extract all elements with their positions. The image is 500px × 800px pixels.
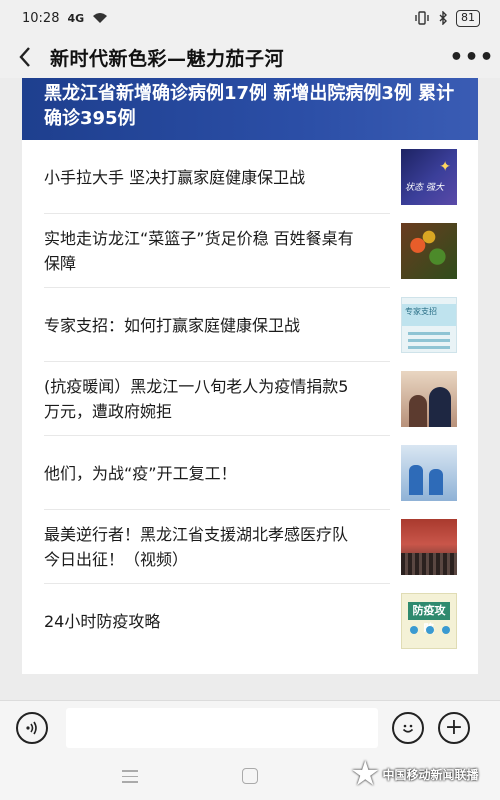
- news-thumbnail: ✦ 状态 强大: [401, 149, 457, 205]
- home-icon[interactable]: [242, 768, 258, 784]
- menu-icon[interactable]: [122, 770, 138, 783]
- star-logo-icon: ★: [350, 754, 381, 794]
- news-item-6[interactable]: 最美逆行者！黑龙江省支援湖北孝感医疗队今日出征！（视频）: [22, 510, 478, 584]
- news-item-4[interactable]: (抗疫暖闻）黑龙江一八旬老人为疫情捐款5万元，遭政府婉拒: [22, 362, 478, 436]
- news-title: 他们，为战“疫”开工复工！: [44, 463, 237, 483]
- page-title: 新时代新色彩—魅力茄子河: [50, 47, 285, 70]
- status-bar: 10:28 4G 81: [0, 0, 500, 36]
- thumbnail-dot: [442, 626, 450, 634]
- thumbnail-line: [408, 346, 450, 349]
- news-item-3[interactable]: 专家支招：如何打赢家庭健康保卫战 专家支招: [22, 288, 478, 362]
- plus-button[interactable]: +: [438, 711, 470, 744]
- thumbnail-text: 状态 强大: [405, 183, 444, 193]
- news-thumbnail: [401, 445, 457, 501]
- input-bar: +: [0, 700, 500, 754]
- message-input[interactable]: [66, 707, 378, 748]
- thumbnail-figure: [429, 469, 443, 495]
- thumbnail-figure: [409, 395, 427, 427]
- news-thumbnail: 防疫攻略: [401, 593, 457, 649]
- news-item-2[interactable]: 实地走访龙江“菜篮子”货足价稳 百姓餐桌有保障: [22, 214, 478, 288]
- more-icon: •••: [449, 44, 495, 70]
- news-item-1[interactable]: 小手拉大手 坚决打赢家庭健康保卫战 ✦ 状态 强大: [22, 140, 478, 214]
- news-title: (抗疫暖闻）黑龙江一八旬老人为疫情捐款5万元，遭政府婉拒: [44, 377, 349, 421]
- thumbnail-banner: 专家支招: [402, 304, 456, 326]
- news-thumbnail: [401, 519, 457, 575]
- news-title: 最美逆行者！黑龙江省支援湖北孝感医疗队今日出征！（视频）: [44, 525, 349, 569]
- back-button[interactable]: [0, 36, 50, 78]
- thumbnail-line: [408, 339, 450, 342]
- article-card: 黑龙江省新增确诊病例17例 新增出院病例3例 累计确诊395例 小手拉大手 坚决…: [22, 78, 478, 674]
- voice-button[interactable]: [16, 711, 48, 744]
- headline-text: 黑龙江省新增确诊病例17例 新增出院病例3例 累计确诊395例: [44, 83, 455, 129]
- thumbnail-dot: [410, 626, 418, 634]
- news-item-5[interactable]: 他们，为战“疫”开工复工！: [22, 436, 478, 510]
- news-item-7[interactable]: 24小时防疫攻略 防疫攻略: [22, 584, 478, 658]
- vibrate-icon: [415, 11, 429, 25]
- watermark: ★ 中国移动新闻联播: [350, 752, 496, 796]
- news-title: 实地走访龙江“菜篮子”货足价稳 百姓餐桌有保障: [44, 229, 354, 273]
- more-button[interactable]: •••: [444, 36, 500, 78]
- news-thumbnail: [401, 371, 457, 427]
- thumbnail-figure: [429, 387, 451, 427]
- bluetooth-icon: [439, 11, 447, 25]
- status-time: 10:28: [22, 10, 60, 26]
- headline-banner[interactable]: 黑龙江省新增确诊病例17例 新增出院病例3例 累计确诊395例: [22, 78, 478, 140]
- signal-icon: 4G: [67, 11, 85, 25]
- news-list: 小手拉大手 坚决打赢家庭健康保卫战 ✦ 状态 强大 实地走访龙江“菜篮子”货足价…: [22, 140, 478, 658]
- thumbnail-line: [408, 332, 450, 335]
- news-thumbnail: [401, 223, 457, 279]
- news-thumbnail: 专家支招: [401, 297, 457, 353]
- news-title: 24小时防疫攻略: [44, 611, 161, 631]
- thumbnail-dot: [426, 626, 434, 634]
- plus-icon: +: [444, 715, 464, 740]
- news-title: 专家支招：如何打赢家庭健康保卫战: [44, 315, 301, 335]
- status-left: 10:28 4G: [22, 11, 108, 26]
- star-icon: ✦: [439, 159, 451, 175]
- emoji-button[interactable]: [392, 711, 424, 744]
- emoji-icon: [402, 724, 414, 733]
- news-title: 小手拉大手 坚决打赢家庭健康保卫战: [44, 167, 306, 187]
- nav-bar: 新时代新色彩—魅力茄子河 •••: [0, 36, 500, 78]
- battery-icon: 81: [456, 9, 480, 27]
- watermark-text: 中国移动新闻联播: [382, 767, 479, 782]
- thumbnail-figure: [409, 465, 423, 495]
- back-arrow-icon: [19, 47, 30, 67]
- status-right: 81: [414, 9, 480, 27]
- wifi-icon: [93, 13, 108, 23]
- thumbnail-crowd: [401, 553, 457, 575]
- voice-icon: [26, 721, 37, 734]
- thumbnail-heading: 防疫攻略: [408, 602, 450, 635]
